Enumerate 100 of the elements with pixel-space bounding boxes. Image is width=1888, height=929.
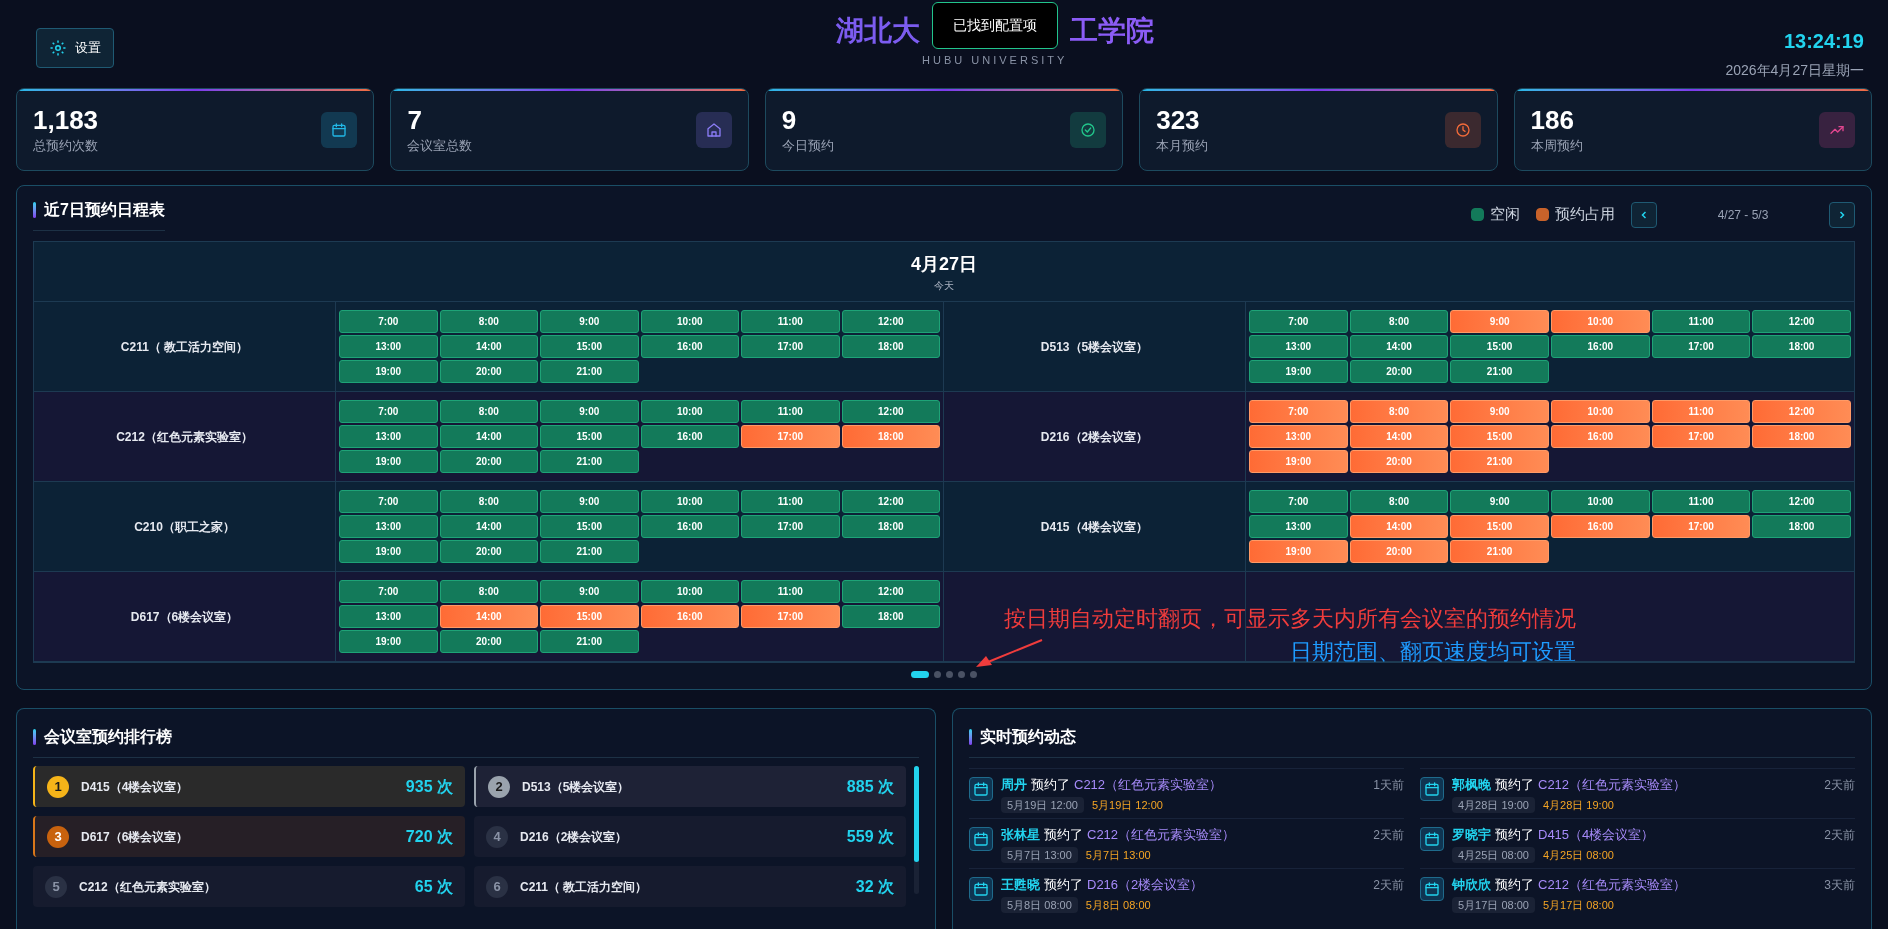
room-name: C212（红色元素实验室） [1538,776,1687,794]
room-name: C212（红色元素实验室） [1538,876,1687,894]
legend-label: 空闲 [1490,204,1520,225]
time-ago: 2天前 [1373,876,1404,894]
date-note: 今天 [934,278,954,293]
time-slot: 19:00 [1249,360,1348,383]
time-slot: 15:00 [1450,335,1549,358]
time-slot: 10:00 [1551,310,1650,333]
time-slot: 9:00 [540,580,639,603]
time-slot: 10:00 [640,490,739,513]
time-slot: 15:00 [540,515,639,538]
time-slot: 18:00 [841,425,940,448]
previous-page-button[interactable] [1631,201,1657,228]
rank-badge: 4 [486,825,508,848]
time-slot: 17:00 [1651,425,1751,448]
room-name: C212（红色元素实验室） [1087,826,1236,844]
rank-badge: 5 [45,875,67,898]
time-slot: 10:00 [1551,490,1650,513]
time-slot: 10:00 [640,580,739,603]
booking-count: 935 次 [405,776,453,797]
action-text: 预约了 [1495,776,1534,794]
panel-title: 实时预约动态 [980,727,1076,747]
room-name: D415（4楼会议室） [81,778,189,796]
booking-count: 32 次 [855,876,894,897]
time-slot: 10:00 [1551,400,1650,423]
time-slot: 9:00 [1450,310,1549,333]
time-slot: 14:00 [439,515,538,538]
action-text: 预约了 [1495,826,1534,844]
time-slot: 19:00 [1249,450,1348,473]
time-slot: 18:00 [1752,515,1851,538]
time-slot: 12:00 [841,310,940,333]
legend-label: 预约占用 [1555,204,1615,225]
time-slot: 7:00 [1249,490,1348,513]
created-time: 5月8日 08:00 [1001,896,1078,913]
toast-message: 已找到配置项 [931,2,1058,49]
time-slot: 11:00 [741,310,840,333]
time-slot: 7:00 [1249,310,1348,333]
time-slot: 17:00 [1651,515,1751,538]
time-slot: 8:00 [439,490,538,513]
stat-label: 本月预约 [1156,136,1209,155]
created-time: 4月28日 19:00 [1452,796,1535,813]
time-slot: 10:00 [640,310,739,333]
room-name: D513（5楼会议室） [1040,338,1149,356]
time-slot: 16:00 [1551,515,1650,538]
time-slot: 11:00 [1651,490,1751,513]
time-slot: 14:00 [1349,515,1449,538]
time-slot: 8:00 [439,310,538,333]
booking-count: 65 次 [414,876,453,897]
time-slot: 21:00 [1450,360,1549,383]
schedule-date: 4月27日 [910,252,977,276]
time-slot: 8:00 [1349,310,1449,333]
time-slot: 16:00 [640,515,739,538]
annotation-text: 日期范围、翻页速度均可设置 [1290,638,1576,666]
time-slot: 7:00 [339,490,438,513]
action-text: 预约了 [1495,876,1534,894]
room-name: D216（2楼会议室） [1087,876,1204,894]
action-text: 预约了 [1044,876,1083,894]
panel-title: 近7日预约日程表 [44,200,165,220]
calendar-icon [331,121,348,138]
time-slot: 13:00 [339,605,438,628]
settings-button[interactable]: 设置 [36,28,114,68]
time-slot: 11:00 [741,490,840,513]
time-slot: 13:00 [1249,425,1348,448]
room-name: C210（职工之家） [134,518,235,536]
time-slot: 20:00 [439,450,538,473]
time-slot: 12:00 [841,580,940,603]
check-circle-icon [1080,121,1097,138]
action-text: 预约了 [1044,826,1083,844]
booked-time: 4月25日 08:00 [1542,847,1614,863]
created-time: 5月19日 12:00 [1001,796,1084,813]
time-slot: 21:00 [1450,540,1549,563]
next-page-button[interactable] [1829,201,1855,228]
time-slot: 21:00 [540,360,639,383]
created-time: 5月17日 08:00 [1452,896,1535,913]
settings-icon [49,39,67,57]
stat-label: 今日预约 [781,136,834,155]
stat-label: 本周预约 [1530,136,1583,155]
room-name: D617（6楼会议室） [130,608,239,626]
time-slot: 12:00 [841,400,940,423]
room-name: C211（ 教工活力空间） [520,878,648,896]
time-slot: 16:00 [1551,335,1650,358]
time-slot: 17:00 [1651,335,1751,358]
stat-value: 186 [1530,103,1575,136]
time-slot: 14:00 [439,605,538,628]
booking-count: 559 次 [846,826,894,847]
time-slot: 20:00 [1349,540,1449,563]
time-slot: 21:00 [540,540,639,563]
time-slot: 17:00 [741,335,840,358]
scrollbar-thumb[interactable] [914,766,919,862]
time-slot: 20:00 [439,540,538,563]
time-slot: 16:00 [640,605,739,628]
room-name: C212（红色元素实验室） [116,428,253,446]
time-slot: 10:00 [640,400,739,423]
time-slot: 8:00 [1349,400,1449,423]
time-slot: 14:00 [439,335,538,358]
rank-badge: 1 [47,775,69,798]
app-title: 工学院 [1069,14,1154,48]
booked-time: 5月19日 12:00 [1091,797,1163,813]
user-name: 周丹 [1001,776,1027,794]
time-slot: 7:00 [339,580,438,603]
